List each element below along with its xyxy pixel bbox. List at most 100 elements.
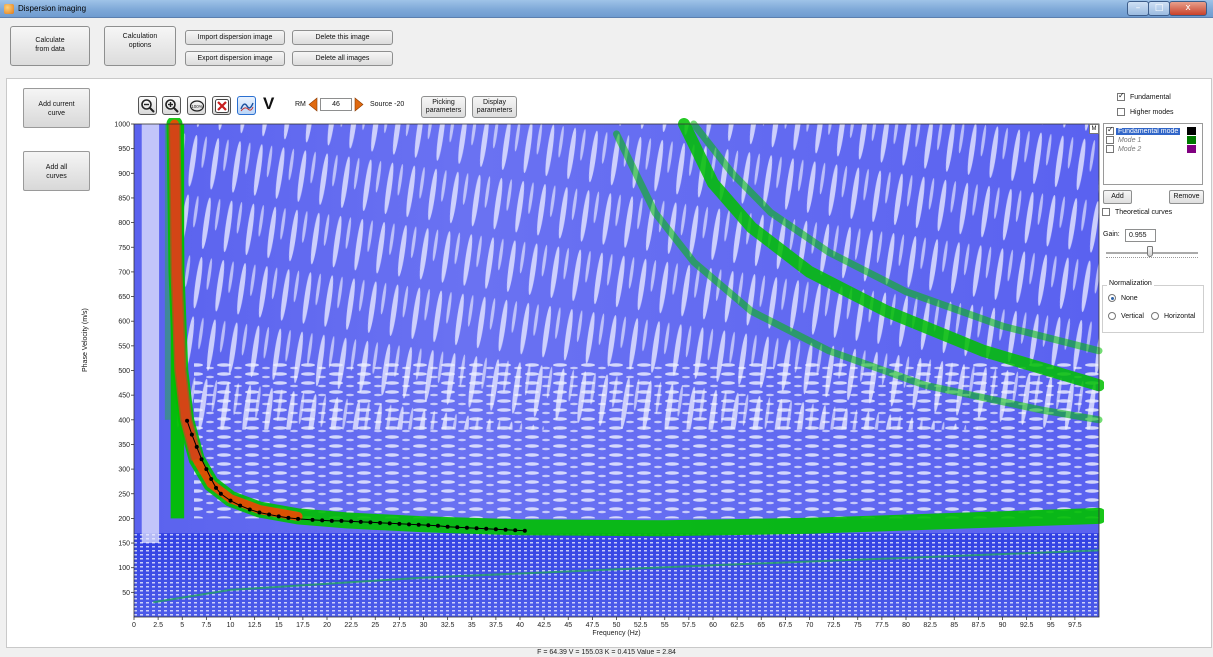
x-tick-label: 35 <box>468 622 476 629</box>
mode-checkbox-fundamental[interactable] <box>1106 125 1114 135</box>
higher-modes-label: Higher modes <box>1129 108 1174 116</box>
add-mode-button[interactable]: Add <box>1103 190 1132 204</box>
picked-point <box>204 467 209 472</box>
x-tick-label: 10 <box>227 622 235 629</box>
picking-parameters-label-2: parameters <box>425 107 462 114</box>
normalization-horizontal-label: Horizontal <box>1163 312 1196 320</box>
calculation-options-label-1: Calculation <box>122 33 158 40</box>
pick-curve-icon[interactable] <box>237 96 256 115</box>
mode-color-swatch-fundamental[interactable] <box>1187 127 1196 135</box>
display-parameters-button[interactable]: Display parameters <box>472 96 517 118</box>
export-dispersion-image-button[interactable]: Export dispersion image <box>185 51 285 66</box>
picking-parameters-button[interactable]: Picking parameters <box>421 96 466 118</box>
picked-point <box>199 457 204 462</box>
main-toolbar: Calculate from data Calculation options Im… <box>0 18 1213 74</box>
normalization-none-option[interactable]: None <box>1108 294 1138 302</box>
picked-point <box>185 418 190 423</box>
delete-all-images-button[interactable]: Delete all images <box>292 51 393 66</box>
mode-color-swatch-1[interactable] <box>1187 136 1196 144</box>
plot-area[interactable] <box>134 116 1107 617</box>
theoretical-curves-option[interactable]: Theoretical curves <box>1102 208 1172 216</box>
maximize-button[interactable]: □ <box>1148 1 1170 16</box>
v-toggle-button[interactable]: V <box>263 94 274 114</box>
picked-point <box>407 522 412 527</box>
mode-label-2: Mode 2 <box>1117 145 1142 153</box>
calculate-label-1: Calculate <box>35 37 65 44</box>
x-tick-label: 60 <box>709 622 717 629</box>
picked-point <box>416 522 421 527</box>
import-dispersion-image-button[interactable]: Import dispersion image <box>185 30 285 45</box>
picked-point <box>349 519 354 524</box>
y-tick-label: 750 <box>118 245 130 252</box>
x-tick-label: 65 <box>757 622 765 629</box>
x-tick-label: 87.5 <box>972 622 986 629</box>
calculate-from-data-button[interactable]: Calculate from data <box>10 26 90 66</box>
zoom-100-icon[interactable]: 100% <box>187 96 206 115</box>
mode-row-1[interactable]: Mode 1 <box>1106 136 1141 144</box>
rm-increase-arrow-icon[interactable] <box>354 97 364 112</box>
modes-list[interactable]: Fundamental mode Mode 1 Mode 2 <box>1103 123 1203 185</box>
picked-point <box>503 527 508 532</box>
rm-value-input[interactable]: 46 <box>320 98 352 111</box>
normalization-horizontal-option[interactable]: Horizontal <box>1151 312 1195 320</box>
mode-row-2[interactable]: Mode 2 <box>1106 145 1141 153</box>
normalization-none-radio[interactable] <box>1108 294 1116 302</box>
x-tick-label: 37.5 <box>489 622 503 629</box>
higher-modes-checkbox[interactable] <box>1117 108 1125 116</box>
mode-row-fundamental[interactable]: Fundamental mode <box>1106 125 1181 135</box>
mode-label-fundamental: Fundamental mode <box>1115 127 1181 135</box>
calculate-label-2: from data <box>35 46 65 53</box>
x-tick-label: 42.5 <box>537 622 551 629</box>
picked-point <box>484 526 489 531</box>
x-tick-label: 62.5 <box>730 622 744 629</box>
x-tick-label: 55 <box>661 622 669 629</box>
mode-color-swatch-2[interactable] <box>1187 145 1196 153</box>
add-current-curve-button[interactable]: Add current curve <box>23 88 90 128</box>
zoom-in-icon[interactable] <box>162 96 181 115</box>
y-tick-label: 400 <box>118 417 130 424</box>
theoretical-curves-label: Theoretical curves <box>1114 208 1173 216</box>
mode-checkbox-2[interactable] <box>1106 145 1114 153</box>
y-tick-label: 950 <box>118 146 130 153</box>
energy-white-band <box>141 124 160 544</box>
dispersion-chart[interactable]: 50 100 150 200 250 300 350 400 450 500 550 600 650 70… <box>104 116 1107 640</box>
zoom-out-icon[interactable] <box>138 96 157 115</box>
dispersion-chart-svg[interactable]: 5010015020025030035040045050055060065070… <box>104 116 1107 638</box>
add-all-curves-label-2: curves <box>46 173 67 180</box>
calculation-options-button[interactable]: Calculation options <box>104 26 176 66</box>
close-button[interactable]: x <box>1169 1 1207 16</box>
fundamental-option[interactable]: Fundamental <box>1117 91 1171 101</box>
gain-slider[interactable] <box>1106 246 1198 260</box>
delete-this-image-button[interactable]: Delete this image <box>292 30 393 45</box>
minimize-button[interactable]: – <box>1127 1 1149 16</box>
marker-toggle-button[interactable]: M <box>1089 124 1099 134</box>
x-tick-label: 22.5 <box>344 622 358 629</box>
rm-decrease-arrow-icon[interactable] <box>308 97 318 112</box>
picked-point <box>286 515 291 520</box>
higher-modes-option[interactable]: Higher modes <box>1117 108 1174 116</box>
x-tick-label: 45 <box>564 622 572 629</box>
zoom-100-label: 100% <box>191 104 203 109</box>
remove-mode-button[interactable]: Remove <box>1169 190 1204 204</box>
normalization-vertical-radio[interactable] <box>1108 312 1116 320</box>
normalization-vertical-option[interactable]: Vertical <box>1108 312 1144 320</box>
x-axis-label: Frequency (Hz) <box>592 630 640 637</box>
y-tick-label: 500 <box>118 368 130 375</box>
gain-input[interactable]: 0.955 <box>1125 229 1156 242</box>
clear-picks-icon[interactable] <box>212 96 231 115</box>
fundamental-checkbox[interactable] <box>1117 91 1125 101</box>
x-tick-label: 7.5 <box>202 622 212 629</box>
mode-label-1: Mode 1 <box>1117 136 1142 144</box>
x-tick-label: 17.5 <box>296 622 310 629</box>
x-tick-label: 27.5 <box>393 622 407 629</box>
picked-point <box>474 526 479 531</box>
theoretical-curves-checkbox[interactable] <box>1102 208 1110 216</box>
add-all-curves-button[interactable]: Add all curves <box>23 151 90 191</box>
gain-slider-thumb[interactable] <box>1147 246 1153 257</box>
display-parameters-label-2: parameters <box>476 107 513 114</box>
mode-checkbox-1[interactable] <box>1106 136 1114 144</box>
picked-point <box>320 518 325 523</box>
picked-point <box>189 432 194 437</box>
picked-point <box>464 525 469 530</box>
normalization-horizontal-radio[interactable] <box>1151 312 1159 320</box>
